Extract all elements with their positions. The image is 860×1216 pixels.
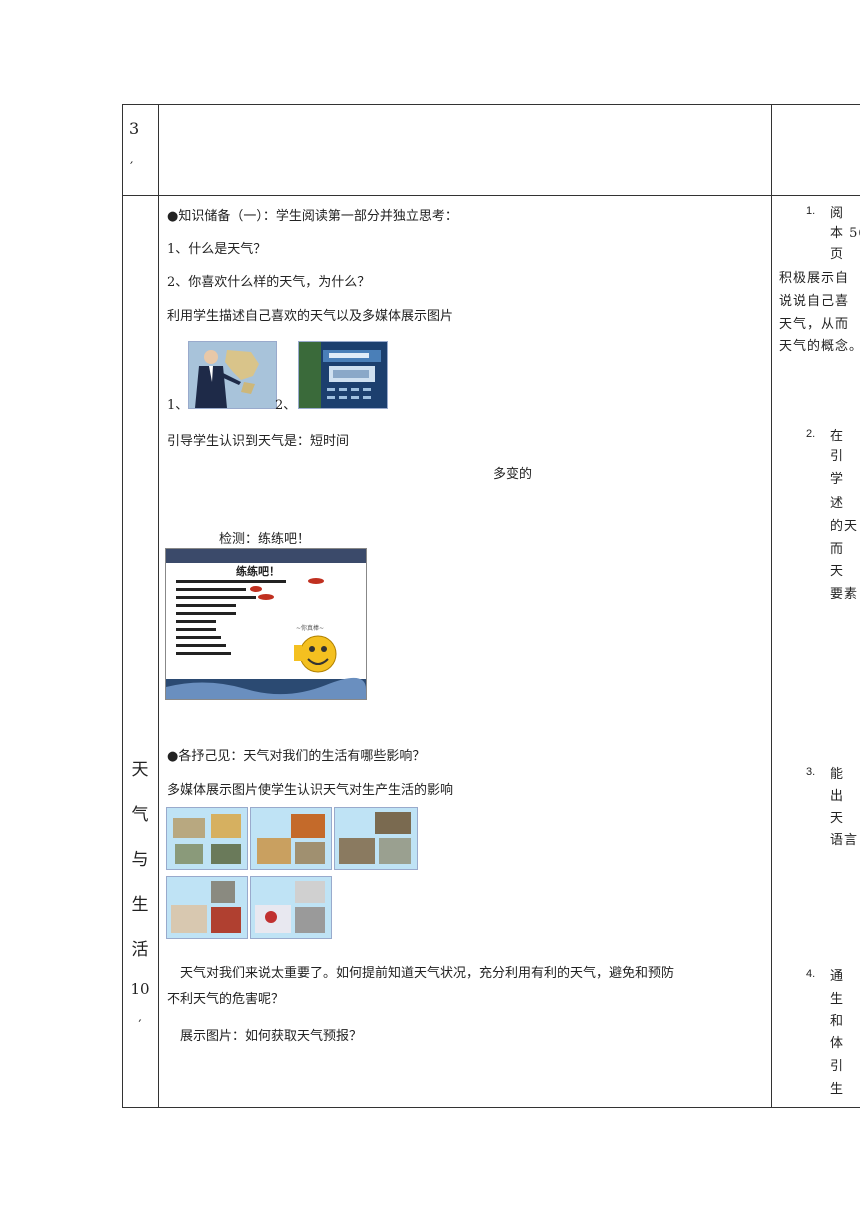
show-text: 展示图片：如何获取天气预报？ [180, 1029, 363, 1044]
right-item2-line: 述 某 [830, 496, 860, 511]
title-char: 生 [131, 895, 149, 915]
table-bottom-border [122, 1107, 860, 1108]
title-char: 活 [131, 940, 149, 960]
col-divider-2 [771, 104, 772, 1108]
section2-desc: 多媒体展示图片使学生认识天气对生产生活的影响 [167, 783, 454, 798]
right-item4-num: 4. [806, 968, 816, 980]
impact-image-3 [334, 807, 418, 870]
right-item2-line: 学 会 [830, 472, 860, 487]
guide-text: 引导学生认识到天气是：短时间 [167, 434, 350, 449]
right-item4-line: 生 要 [830, 1082, 860, 1097]
question-1: 1、什么是天气？ [167, 242, 267, 257]
paragraph-line-1: 天气对我们来说太重要了。如何提前知道天气状况，充分利用有利的天气，避免和预防 [180, 966, 675, 981]
right-para-line: 说说自己喜 [779, 294, 850, 309]
right-item2-line: 天 气 [830, 564, 860, 579]
image2-label: 2、 [275, 398, 297, 413]
right-item4-line: 通 过 [830, 969, 860, 984]
impact-image-4 [166, 876, 248, 939]
right-item2-line: 要素 [830, 587, 859, 602]
quiz-title: 练练吧！ [236, 565, 280, 578]
title-char: ′ [138, 1018, 142, 1034]
right-item4-line: 引 导 [830, 1059, 860, 1074]
weather-presenter-image [188, 341, 277, 409]
row1-time-label: 3 [129, 119, 140, 138]
right-item2-line: 而 总 [830, 542, 860, 557]
title-char: 天 [131, 760, 149, 780]
right-item3-line: 语言 [830, 833, 859, 848]
right-item2-line: 的天 [830, 519, 859, 534]
right-item3-line: 能 围 [830, 767, 860, 782]
title-char: 气 [131, 805, 149, 825]
right-para-line: 积极展示自 [779, 271, 850, 286]
paragraph-line-2: 不利天气的危害呢？ [167, 992, 285, 1007]
check-text: 检测：练练吧！ [219, 532, 311, 547]
right-item2-line: 在 教 [830, 429, 860, 444]
right-item4-line: 生 解 [830, 992, 860, 1007]
weather-website-image [298, 341, 388, 409]
quiz-smiley-text: ~你真棒~ [296, 625, 325, 632]
impact-image-5 [250, 876, 332, 939]
table-top-border [122, 104, 860, 105]
media-intro: 利用学生描述自己喜欢的天气以及多媒体展示图片 [167, 309, 454, 324]
right-item4-line: 和 多 [830, 1014, 860, 1029]
right-item2-num: 2. [806, 428, 816, 440]
section2-heading: ●各抒己见：天气对我们的生活有哪些影响？ [167, 749, 426, 764]
right-item3-line: 出 描 [830, 789, 860, 804]
impact-image-1 [166, 807, 248, 870]
impact-image-2 [250, 807, 332, 870]
quiz-slide-image: 练练吧！ ~你真棒~ [165, 548, 367, 700]
variable-text: 多变的 [493, 467, 533, 482]
right-item3-line: 天 气 [830, 811, 860, 826]
right-item1-line: 阅 读 [830, 206, 860, 221]
right-para-line: 天气，从而 [779, 317, 850, 332]
question-2: 2、你喜欢什么样的天气，为什么？ [167, 275, 371, 290]
title-char: 与 [131, 850, 149, 870]
right-item3-num: 3. [806, 766, 816, 778]
right-item1-line: 页 [830, 247, 852, 262]
row1-time-mark: ′ [130, 160, 134, 176]
right-item2-line: 引 导 [830, 449, 860, 464]
col-divider-1 [158, 104, 159, 1108]
section1-heading: ●知识储备（一）：学生阅读第一部分并独立思考： [167, 209, 458, 224]
right-para-line: 天气的概念。 [779, 339, 860, 354]
right-item1-line: 本 56 [830, 226, 860, 241]
row-divider [122, 195, 860, 196]
title-char: 10 [130, 980, 150, 998]
right-item4-line: 体 展 [830, 1036, 860, 1051]
image1-label: 1、 [167, 398, 189, 413]
right-item1-num: 1. [806, 205, 816, 217]
